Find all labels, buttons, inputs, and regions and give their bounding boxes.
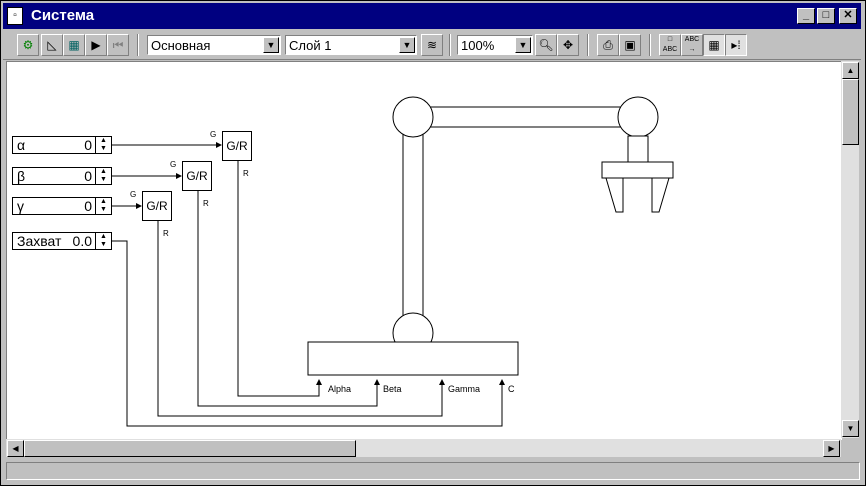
diagram-window-icon[interactable]: ▫ bbox=[7, 7, 23, 25]
robot-port-beta: Beta bbox=[383, 384, 402, 394]
horizontal-scroll-thumb[interactable] bbox=[24, 440, 356, 457]
toolbar-separator bbox=[649, 34, 651, 56]
chevron-down-icon[interactable]: ▼ bbox=[399, 37, 415, 53]
alpha-value[interactable]: 0 bbox=[84, 138, 92, 153]
gr-block-in-port: G bbox=[210, 130, 217, 139]
layer-select[interactable]: Слой 1 ▼ bbox=[285, 35, 417, 55]
zoom-select-value: 100% bbox=[461, 38, 495, 53]
triangle-ruler-icon[interactable]: ◺ bbox=[41, 34, 63, 56]
spinner-arrows-icon[interactable]: ▲ ▼ bbox=[95, 168, 111, 184]
title-bar[interactable]: ▫ Система _ □ ✕ bbox=[3, 3, 861, 29]
abc-icon[interactable]: □ ABC bbox=[659, 34, 681, 56]
diagram-canvas[interactable]: α 0 ▲ ▼ β 0 ▲ ▼ γ 0 ▲ ▼ Захват 0.0 ▲ ▼ G/R G… bbox=[6, 61, 842, 440]
gamma-label: γ bbox=[17, 198, 24, 214]
gr-block-out-port: R bbox=[163, 229, 169, 238]
close-button[interactable]: ✕ bbox=[839, 8, 857, 24]
robot-port-gamma: Gamma bbox=[448, 384, 481, 394]
horizontal-scrollbar[interactable]: ◀ ▶ bbox=[6, 439, 841, 457]
layers-icon[interactable]: ≋ bbox=[421, 34, 443, 56]
chevron-down-icon[interactable]: ▼ bbox=[263, 37, 279, 53]
fit-icon[interactable]: ▣ bbox=[619, 34, 641, 56]
beta-value[interactable]: 0 bbox=[84, 169, 92, 184]
status-bar bbox=[6, 462, 860, 480]
calculator-icon[interactable]: ▦ bbox=[63, 34, 85, 56]
maximize-button[interactable]: □ bbox=[817, 8, 835, 24]
grid-icon[interactable]: ▦ bbox=[703, 34, 725, 56]
scroll-left-icon[interactable]: ◀ bbox=[7, 440, 24, 457]
toolbar: ⚙ ◺ ▦ ▶ ⏮ Основная ▼ Слой 1 ▼ ≋ 100% ▼ 🔍… bbox=[3, 31, 861, 60]
gr-block-gamma[interactable]: G/R bbox=[142, 191, 172, 221]
beta-input[interactable]: β 0 ▲ ▼ bbox=[12, 167, 112, 185]
step-back-icon[interactable]: ⏮ bbox=[107, 34, 129, 56]
minimize-button[interactable]: _ bbox=[797, 8, 815, 24]
gr-block-in-port: G bbox=[170, 160, 177, 169]
layer-select-value: Слой 1 bbox=[289, 38, 332, 53]
zoom-icon[interactable]: 🔍︎ bbox=[535, 34, 557, 56]
model-icon[interactable]: ⚙ bbox=[17, 34, 39, 56]
play-icon[interactable]: ▶ bbox=[85, 34, 107, 56]
spinner-arrows-icon[interactable]: ▲ ▼ bbox=[95, 198, 111, 214]
toolbar-separator bbox=[449, 34, 451, 56]
abc-arrow-icon[interactable]: ABC → bbox=[681, 34, 703, 56]
view-select-value: Основная bbox=[151, 38, 211, 53]
grip-label: Захват bbox=[17, 233, 62, 249]
gamma-value[interactable]: 0 bbox=[84, 199, 92, 214]
system-window: ▫ Система _ □ ✕ ⚙ ◺ ▦ ▶ ⏮ Основная ▼ Сло… bbox=[0, 0, 866, 486]
scroll-down-icon[interactable]: ▼ bbox=[842, 420, 859, 437]
toolbar-separator bbox=[137, 34, 139, 56]
grip-value[interactable]: 0.0 bbox=[73, 234, 92, 249]
gr-block-alpha[interactable]: G/R bbox=[222, 131, 252, 161]
beta-label: β bbox=[17, 168, 26, 184]
spinner-arrows-icon[interactable]: ▲ ▼ bbox=[95, 137, 111, 153]
alpha-input[interactable]: α 0 ▲ ▼ bbox=[12, 136, 112, 154]
gr-block-out-port: R bbox=[243, 169, 249, 178]
gr-block-beta[interactable]: G/R bbox=[182, 161, 212, 191]
grip-input[interactable]: Захват 0.0 ▲ ▼ bbox=[12, 232, 112, 250]
vertical-scrollbar[interactable]: ▲ ▼ bbox=[841, 61, 859, 438]
scroll-right-icon[interactable]: ▶ bbox=[823, 440, 840, 457]
vertical-scroll-thumb[interactable] bbox=[842, 79, 859, 145]
robot-arm-diagram bbox=[307, 96, 674, 376]
view-select[interactable]: Основная ▼ bbox=[147, 35, 281, 55]
gr-block-out-port: R bbox=[203, 199, 209, 208]
robot-port-alpha: Alpha bbox=[328, 384, 352, 394]
spinner-arrows-icon[interactable]: ▲ ▼ bbox=[95, 233, 111, 249]
grid-arrow-icon[interactable]: ▸⁞ bbox=[725, 34, 747, 56]
move-icon[interactable]: ✥ bbox=[557, 34, 579, 56]
robot-port-c: C bbox=[508, 384, 515, 394]
gamma-input[interactable]: γ 0 ▲ ▼ bbox=[12, 197, 112, 215]
alpha-label: α bbox=[17, 137, 26, 153]
toolbar-separator bbox=[587, 34, 589, 56]
print-icon[interactable]: ⎙ bbox=[597, 34, 619, 56]
window-title: Система bbox=[31, 7, 95, 24]
zoom-select[interactable]: 100% ▼ bbox=[457, 35, 533, 55]
chevron-down-icon[interactable]: ▼ bbox=[515, 37, 531, 53]
gr-block-in-port: G bbox=[130, 190, 137, 199]
scroll-up-icon[interactable]: ▲ bbox=[842, 62, 859, 79]
